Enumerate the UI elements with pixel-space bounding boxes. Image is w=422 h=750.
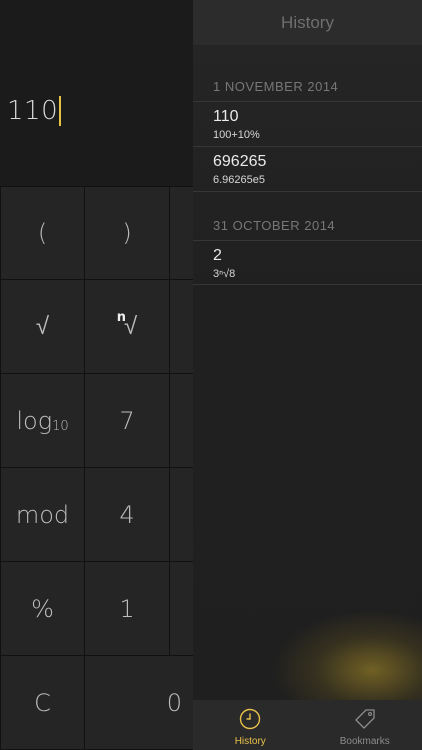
history-panel: History 1 NOVEMBER 2014 110 100+10% 6962… xyxy=(193,0,422,750)
seven-label: 7 xyxy=(119,406,135,435)
clock-icon xyxy=(240,708,261,730)
open-paren-label: ( xyxy=(37,219,48,247)
divider xyxy=(193,146,422,147)
open-paren-key[interactable]: ( xyxy=(0,186,85,280)
one-label: 1 xyxy=(119,594,135,623)
percent-key[interactable]: % xyxy=(0,561,85,656)
zero-key[interactable]: 0 xyxy=(84,655,193,750)
close-paren-key[interactable]: ) xyxy=(84,186,170,280)
four-key[interactable]: 4 xyxy=(84,467,170,562)
history-expression: 6.96265e5 xyxy=(213,174,265,186)
history-result: 110 xyxy=(213,108,239,125)
next-column-key[interactable] xyxy=(169,279,193,374)
percent-label: % xyxy=(31,594,54,623)
tab-bookmarks[interactable]: Bookmarks xyxy=(308,700,422,750)
tab-bar: History Bookmarks xyxy=(193,700,422,750)
history-result: 696265 xyxy=(213,153,267,170)
sqrt-label: √ xyxy=(35,312,50,340)
tab-history[interactable]: History xyxy=(193,700,308,750)
tag-icon xyxy=(355,709,375,729)
divider xyxy=(193,101,422,102)
history-expression: 100+10% xyxy=(213,129,260,141)
next-column-key[interactable] xyxy=(169,561,193,656)
history-title: History xyxy=(281,12,334,32)
history-entry[interactable]: 696265 6.96265e5 xyxy=(213,153,422,186)
next-column-key[interactable] xyxy=(169,186,193,280)
text-caret xyxy=(59,96,62,126)
keypad: ( ) √ n √ log 10 7 mod 4 % 1 C 0 xyxy=(0,186,193,750)
log10-key[interactable]: log 10 xyxy=(0,373,85,468)
mod-key[interactable]: mod xyxy=(0,467,85,562)
history-entry[interactable]: 110 100+10% xyxy=(213,108,422,141)
divider xyxy=(193,240,422,241)
calculator-panel: 110 ( ) √ n √ log 10 7 mod 4 % 1 C 0 xyxy=(0,0,193,750)
sqrt-key[interactable]: √ xyxy=(0,279,85,374)
next-column-key[interactable] xyxy=(169,467,193,562)
display-value-wrapper: 110 xyxy=(7,96,62,126)
tab-history-label: History xyxy=(234,736,266,747)
log-base: 10 xyxy=(52,419,69,434)
divider xyxy=(193,191,422,192)
display-value: 110 xyxy=(7,96,59,126)
history-expression: 3ⁿ√8 xyxy=(213,268,236,280)
history-result: 2 xyxy=(213,247,222,264)
history-entry[interactable]: 2 3ⁿ√8 xyxy=(213,247,422,280)
tab-bookmarks-label: Bookmarks xyxy=(339,736,390,747)
history-date-header: 31 OCTOBER 2014 xyxy=(213,218,336,233)
clear-key[interactable]: C xyxy=(0,655,85,750)
zero-label: 0 xyxy=(166,688,182,717)
close-paren-label: ) xyxy=(122,219,132,247)
nth-root-key[interactable]: n √ xyxy=(84,279,170,374)
history-header: History xyxy=(193,0,422,45)
nth-root-index: n xyxy=(116,310,127,325)
mod-label: mod xyxy=(15,500,70,529)
history-date-header: 1 NOVEMBER 2014 xyxy=(213,79,339,94)
four-label: 4 xyxy=(119,500,135,529)
divider xyxy=(193,284,422,285)
log-label: log xyxy=(16,406,53,435)
seven-key[interactable]: 7 xyxy=(84,373,170,468)
one-key[interactable]: 1 xyxy=(84,561,170,656)
calculator-display[interactable]: 110 xyxy=(0,0,193,186)
next-column-key[interactable] xyxy=(169,373,193,468)
clear-label: C xyxy=(34,688,51,717)
